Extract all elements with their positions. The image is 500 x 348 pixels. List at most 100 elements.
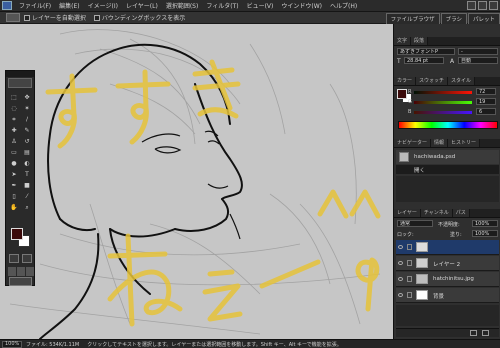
opacity-field[interactable]: 100% (472, 220, 498, 227)
red-value-field[interactable]: 72 (476, 88, 496, 95)
fill-field[interactable]: 100% (472, 230, 498, 237)
maximize-icon[interactable] (478, 1, 487, 10)
shape-tool-icon[interactable]: ■ (22, 181, 32, 190)
gradient-tool-icon[interactable]: ▤ (22, 148, 32, 157)
visibility-eye-icon[interactable] (398, 261, 403, 265)
layer-row-text[interactable] (396, 240, 499, 255)
green-slider-track[interactable] (414, 101, 472, 104)
tool-palette: ⬚ ✥ ◌ ✶ ⌗ ∕ ✚ ✎ ♙ ↺ ▭ ▤ ● ◐ ➤ T ✒ ■ ▯ ⁄ … (5, 70, 35, 286)
document-size-info[interactable]: ファイル: 534K/1.11M (26, 341, 79, 348)
blue-slider[interactable]: B 6 (408, 108, 498, 117)
visibility-eye-icon[interactable] (398, 277, 403, 281)
zoom-level-field[interactable]: 100% (2, 340, 22, 348)
blur-tool-icon[interactable]: ● (9, 159, 19, 168)
tab-character[interactable]: 文字 (394, 37, 412, 45)
visibility-eye-icon[interactable] (398, 245, 403, 249)
notes-tool-icon[interactable]: ▯ (9, 192, 19, 201)
clone-stamp-tool-icon[interactable]: ♙ (9, 137, 19, 146)
tab-color[interactable]: カラー (394, 77, 417, 85)
tab-layers[interactable]: レイヤー (394, 209, 421, 217)
screen-mode-full-icon[interactable] (26, 267, 34, 276)
color-ramp[interactable] (398, 121, 498, 129)
history-snapshot-row[interactable]: hachiwada.psd (396, 150, 499, 164)
tab-navigator[interactable]: ナビゲーター (394, 139, 432, 147)
font-family-select[interactable]: あずきフォントP (397, 48, 455, 55)
visibility-eye-icon[interactable] (398, 293, 403, 297)
menu-layer[interactable]: レイヤー(L) (122, 1, 162, 10)
red-slider[interactable]: R 72 (408, 88, 498, 97)
marquee-tool-icon[interactable]: ⬚ (9, 93, 19, 102)
tool-palette-header[interactable] (6, 71, 34, 77)
layer-link-icon[interactable] (407, 292, 412, 298)
layer-link-icon[interactable] (407, 276, 412, 282)
menu-image[interactable]: イメージ(I) (84, 1, 122, 10)
history-state-row[interactable]: 開く (396, 165, 499, 174)
layer-row-background[interactable]: 背景 (396, 288, 499, 303)
eraser-tool-icon[interactable]: ▭ (9, 148, 19, 157)
trash-icon[interactable] (482, 330, 489, 336)
document-canvas[interactable] (0, 24, 393, 339)
blue-value-field[interactable]: 6 (476, 108, 496, 115)
lasso-tool-icon[interactable]: ◌ (9, 104, 19, 113)
eyedropper-tool-icon[interactable]: ⁄ (22, 192, 32, 201)
layers-panel-footer (396, 328, 499, 337)
font-style-select[interactable]: - (458, 48, 498, 55)
auto-select-label: レイヤーを自動選択 (32, 15, 86, 22)
tab-swatches[interactable]: スウォッチ (416, 77, 449, 85)
font-size-field[interactable]: 28.84 pt (404, 57, 444, 64)
standard-mode-icon[interactable] (9, 254, 19, 263)
tab-styles[interactable]: スタイル (448, 77, 476, 85)
path-selection-tool-icon[interactable]: ➤ (9, 170, 19, 179)
move-tool-preset-icon[interactable] (6, 13, 20, 22)
text-layer-thumbnail-icon (416, 242, 428, 252)
new-layer-icon[interactable] (470, 330, 477, 336)
menu-help[interactable]: ヘルプ(H) (326, 1, 361, 10)
screen-mode-standard-icon[interactable] (8, 267, 16, 276)
layer-row-hatchinitsu[interactable]: hatchinitsu.jpg (396, 272, 499, 287)
type-tool-icon[interactable]: T (22, 170, 32, 179)
adobe-online-icon[interactable] (8, 78, 32, 88)
tab-paths[interactable]: パス (452, 209, 470, 217)
layer-link-icon[interactable] (407, 260, 412, 266)
healing-brush-tool-icon[interactable]: ✚ (9, 126, 19, 135)
minimize-icon[interactable] (467, 1, 476, 10)
quick-mask-mode-icon[interactable] (22, 254, 32, 263)
green-value-field[interactable]: 19 (476, 98, 496, 105)
tab-history[interactable]: ヒストリー (448, 139, 481, 147)
slice-tool-icon[interactable]: ∕ (22, 115, 32, 124)
brush-tool-icon[interactable]: ✎ (22, 126, 32, 135)
color-panel-foreground-swatch[interactable] (397, 89, 407, 99)
move-tool-icon[interactable]: ✥ (22, 93, 32, 102)
character-panel: 文字 段落 あずきフォントP - T 28.84 pt A 自動 (394, 37, 500, 77)
zoom-tool-icon[interactable]: ⌕ (22, 203, 32, 212)
dodge-tool-icon[interactable]: ◐ (22, 159, 32, 168)
menu-window[interactable]: ウインドウ(W) (277, 1, 326, 10)
tab-channels[interactable]: チャンネル (420, 209, 453, 217)
bounding-box-checkbox[interactable]: バウンディングボックスを表示 (93, 13, 185, 22)
auto-select-checkbox[interactable]: レイヤーを自動選択 (24, 13, 86, 22)
menu-file[interactable]: ファイル(F) (15, 1, 55, 10)
blend-mode-select[interactable]: 通常 (397, 220, 433, 227)
hand-tool-icon[interactable]: ✋ (9, 203, 19, 212)
pen-tool-icon[interactable]: ✒ (9, 181, 19, 190)
screen-mode-full-menu-icon[interactable] (17, 267, 25, 276)
menu-edit[interactable]: 編集(E) (55, 1, 83, 10)
blue-slider-track[interactable] (414, 111, 472, 114)
history-brush-tool-icon[interactable]: ↺ (22, 137, 32, 146)
tab-paragraph[interactable]: 段落 (411, 37, 429, 45)
layer-link-icon[interactable] (407, 244, 412, 250)
red-slider-track[interactable] (414, 91, 472, 94)
crop-tool-icon[interactable]: ⌗ (9, 115, 19, 124)
foreground-color-swatch[interactable] (11, 228, 23, 240)
menu-view[interactable]: ビュー(V) (243, 1, 278, 10)
magic-wand-tool-icon[interactable]: ✶ (22, 104, 32, 113)
tab-info[interactable]: 情報 (431, 139, 449, 147)
layers-panel: レイヤー チャンネル パス 通常 不透明度: 100% ロック: 塗り: 100… (394, 209, 500, 339)
layer-row-layer-2[interactable]: レイヤー 2 (396, 256, 499, 271)
jump-to-imageready-icon[interactable] (9, 277, 32, 286)
green-slider[interactable]: G 19 (408, 98, 498, 107)
menu-filter[interactable]: フィルタ(T) (202, 1, 242, 10)
leading-field[interactable]: 自動 (458, 57, 498, 64)
menu-select[interactable]: 選択範囲(S) (162, 1, 203, 10)
close-icon[interactable] (489, 1, 498, 10)
